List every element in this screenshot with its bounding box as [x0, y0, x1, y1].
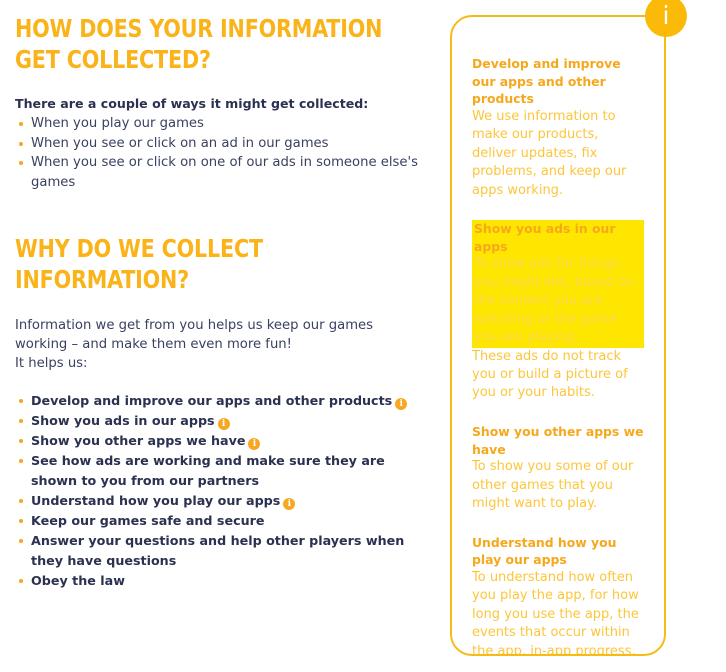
list-item: When you see or click on an ad in our ga…	[15, 134, 422, 154]
list-item: Obey the law	[15, 571, 422, 591]
section-title-why-collect: WHY DO WE COLLECT INFORMATION?	[15, 234, 263, 294]
list-item: Keep our games safe and secure	[15, 511, 422, 531]
info-details-panel: Develop and improve our apps and other p…	[450, 15, 666, 656]
why-collect-intro-paragraph: Information we get from you helps us kee…	[15, 318, 374, 352]
list-item-label: When you play our games	[31, 116, 204, 131]
panel-block-heading: Show you other apps we have	[472, 423, 644, 457]
why-collect-list: Develop and improve our apps and other p…	[15, 391, 422, 590]
panel-block-body: We use information to make our products,…	[472, 108, 627, 198]
list-item-label: Understand how you play our apps	[31, 493, 281, 509]
list-item-label: When you see or click on one of our ads …	[31, 155, 419, 190]
panel-block-show-ads: Show you ads in our apps To show ads for…	[472, 220, 644, 403]
panel-block-body: To show you some of our other games that…	[472, 459, 634, 512]
list-item-label: Show you other apps we have	[31, 433, 246, 449]
list-item: Answer your questions and help other pla…	[15, 531, 422, 571]
list-item-label: Develop and improve our apps and other p…	[31, 393, 393, 409]
section-title-how-collected: HOW DOES YOUR INFORMATION GET COLLECTED?	[15, 14, 383, 74]
panel-block-heading: Show you ads in our apps	[472, 220, 644, 256]
left-content-column: HOW DOES YOUR INFORMATION GET COLLECTED?…	[0, 0, 440, 672]
list-item-label: When you see or click on an ad in our ga…	[31, 135, 329, 151]
panel-block-understand-play: Understand how you play our apps To unde…	[472, 534, 644, 656]
info-circle-icon[interactable]: i	[395, 398, 408, 411]
panel-block-body: To show ads for things you might like, b…	[472, 255, 644, 348]
list-item: Show you ads in our apps i	[15, 411, 422, 431]
list-item: Develop and improve our apps and other p…	[15, 391, 422, 411]
list-item: Understand how you play our apps i	[15, 491, 422, 511]
info-circle-badge-icon[interactable]: i	[645, 0, 687, 37]
list-item: When you see or click on one of our ads …	[15, 153, 422, 192]
info-circle-icon[interactable]: i	[248, 438, 261, 451]
info-circle-icon[interactable]: i	[283, 498, 296, 511]
panel-block-other-apps: Show you other apps we have To show you …	[472, 423, 644, 514]
info-circle-icon[interactable]: i	[217, 418, 230, 431]
list-item-label: See how ads are working and make sure th…	[31, 453, 385, 489]
collection-lead-text: There are a couple of ways it might get …	[15, 96, 369, 111]
list-item: Show you other apps we have i	[15, 431, 422, 451]
panel-block-body-tail: These ads do not track you or build a pi…	[472, 348, 628, 401]
list-item-label: Show you ads in our apps	[31, 413, 215, 429]
list-item-label: Answer your questions and help other pla…	[31, 532, 405, 568]
collection-ways-list: When you play our games When you see or …	[15, 114, 422, 192]
list-item: When you play our games	[15, 114, 422, 134]
panel-block-develop-improve: Develop and improve our apps and other p…	[472, 55, 644, 200]
panel-block-heading: Develop and improve our apps and other p…	[472, 56, 621, 107]
panel-block-heading: Understand how you play our apps	[472, 534, 617, 568]
why-collect-intro-helps: It helps us:	[15, 355, 88, 371]
list-item: See how ads are working and make sure th…	[15, 451, 422, 491]
list-item-label: Keep our games safe and secure	[31, 512, 265, 528]
panel-block-body: To understand how often you play the app…	[472, 569, 639, 656]
list-item-label: Obey the law	[31, 572, 125, 588]
